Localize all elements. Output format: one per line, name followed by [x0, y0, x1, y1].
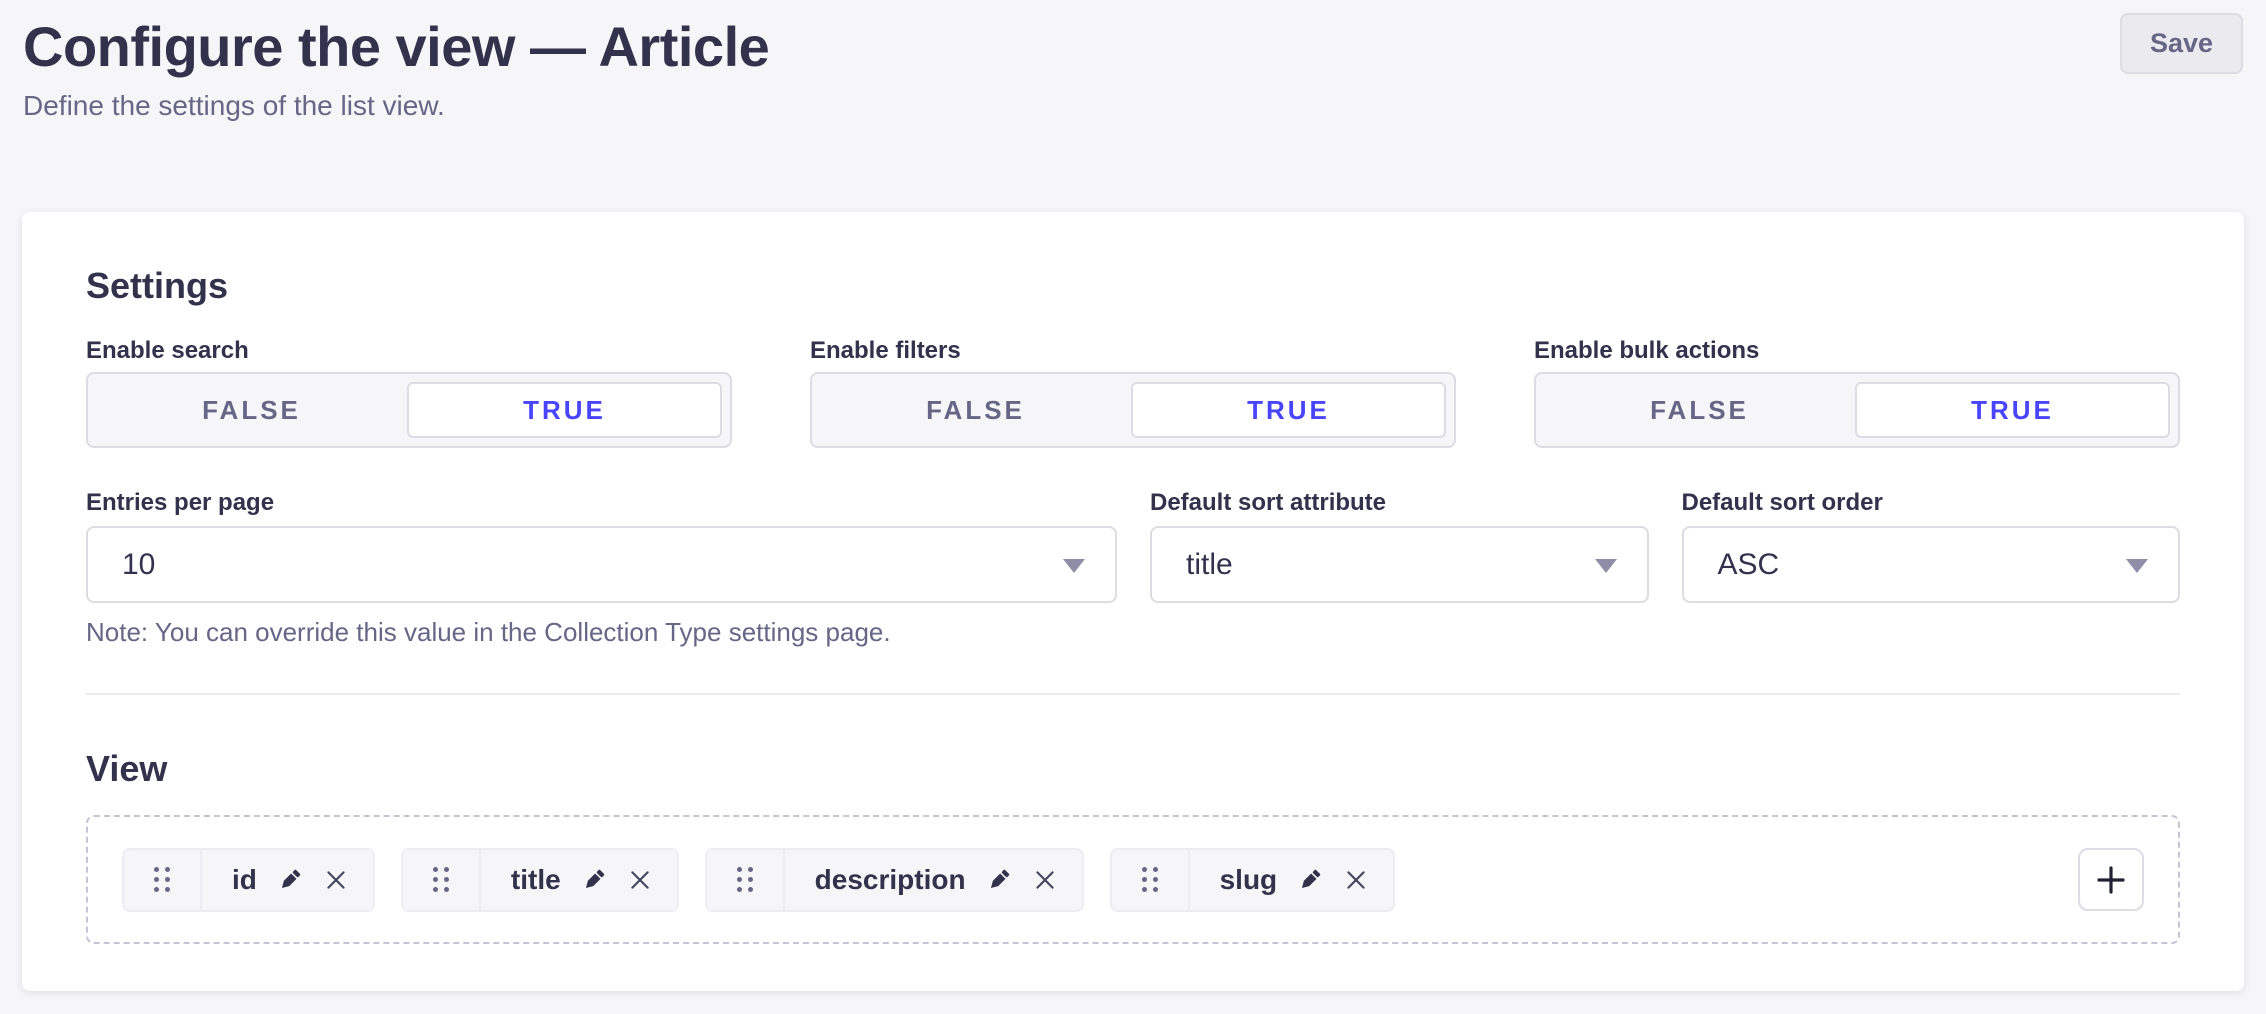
drag-handle-icon[interactable]	[403, 850, 481, 910]
field-pill-description[interactable]: description	[705, 848, 1084, 912]
field-enable-bulk-actions: Enable bulk actions FALSE TRUE	[1534, 336, 2180, 448]
page-title: Configure the view — Article	[23, 14, 2243, 80]
pencil-icon[interactable]	[1297, 867, 1323, 893]
add-field-button[interactable]	[2078, 848, 2144, 911]
drag-handle-icon[interactable]	[1112, 850, 1190, 910]
field-pill-label: slug	[1220, 864, 1278, 896]
enable-bulk-actions-label: Enable bulk actions	[1534, 336, 2180, 366]
chevron-down-icon	[1595, 559, 1617, 573]
field-enable-search: Enable search FALSE TRUE	[86, 336, 732, 448]
enable-search-toggle: FALSE TRUE	[86, 372, 732, 448]
page-subtitle: Define the settings of the list view.	[23, 90, 2243, 122]
entries-per-page-value: 10	[122, 548, 155, 582]
enable-bulk-actions-true-option[interactable]: TRUE	[1855, 382, 2170, 438]
section-divider	[86, 693, 2180, 695]
default-sort-order-value: ASC	[1718, 548, 1780, 582]
entries-per-page-select[interactable]: 10	[86, 526, 1117, 603]
drag-handle-icon[interactable]	[707, 850, 785, 910]
pencil-icon[interactable]	[986, 867, 1012, 893]
default-sort-attribute-label: Default sort attribute	[1150, 488, 1649, 518]
chevron-down-icon	[1063, 559, 1085, 573]
default-sort-attribute-select[interactable]: title	[1150, 526, 1649, 603]
entries-per-page-note: Note: You can override this value in the…	[86, 617, 1117, 647]
enable-search-true-option[interactable]: TRUE	[407, 382, 722, 438]
field-pill-label: id	[232, 864, 257, 896]
plus-icon	[2095, 864, 2127, 896]
pencil-icon[interactable]	[581, 867, 607, 893]
default-sort-order-label: Default sort order	[1682, 488, 2181, 518]
default-sort-order-select[interactable]: ASC	[1682, 526, 2181, 603]
field-default-sort-attribute: Default sort attribute title	[1150, 488, 1649, 603]
field-pill-id[interactable]: id	[122, 848, 375, 912]
view-section-heading: View	[86, 747, 2180, 791]
save-button[interactable]: Save	[2120, 13, 2243, 74]
close-icon[interactable]	[1343, 867, 1369, 893]
drag-handle-icon[interactable]	[124, 850, 202, 910]
pencil-icon[interactable]	[277, 867, 303, 893]
field-pill-label: description	[815, 864, 966, 896]
field-pill-title[interactable]: title	[401, 848, 679, 912]
field-pill-label: title	[511, 864, 561, 896]
field-pill-slug[interactable]: slug	[1110, 848, 1396, 912]
field-entries-per-page: Entries per page 10 Note: You can overri…	[86, 488, 1117, 647]
enable-filters-true-option[interactable]: TRUE	[1131, 382, 1446, 438]
enable-bulk-actions-false-option[interactable]: FALSE	[1544, 382, 1855, 438]
enable-search-false-option[interactable]: FALSE	[96, 382, 407, 438]
toggles-row: Enable search FALSE TRUE Enable filters …	[86, 336, 2180, 448]
field-default-sort-order: Default sort order ASC	[1682, 488, 2181, 603]
enable-filters-false-option[interactable]: FALSE	[820, 382, 1131, 438]
chevron-down-icon	[2126, 559, 2148, 573]
close-icon[interactable]	[323, 867, 349, 893]
settings-section-heading: Settings	[86, 264, 2180, 308]
selects-row: Entries per page 10 Note: You can overri…	[86, 488, 2180, 647]
enable-filters-toggle: FALSE TRUE	[810, 372, 1456, 448]
entries-per-page-label: Entries per page	[86, 488, 1117, 518]
default-sort-attribute-value: title	[1186, 548, 1233, 582]
settings-card: Settings Enable search FALSE TRUE Enable…	[22, 212, 2244, 991]
close-icon[interactable]	[1032, 867, 1058, 893]
list-view-layout-area: id title	[86, 815, 2180, 944]
close-icon[interactable]	[627, 867, 653, 893]
enable-filters-label: Enable filters	[810, 336, 1456, 366]
enable-search-label: Enable search	[86, 336, 732, 366]
page-header: Configure the view — Article Define the …	[0, 0, 2266, 122]
enable-bulk-actions-toggle: FALSE TRUE	[1534, 372, 2180, 448]
field-enable-filters: Enable filters FALSE TRUE	[810, 336, 1456, 448]
